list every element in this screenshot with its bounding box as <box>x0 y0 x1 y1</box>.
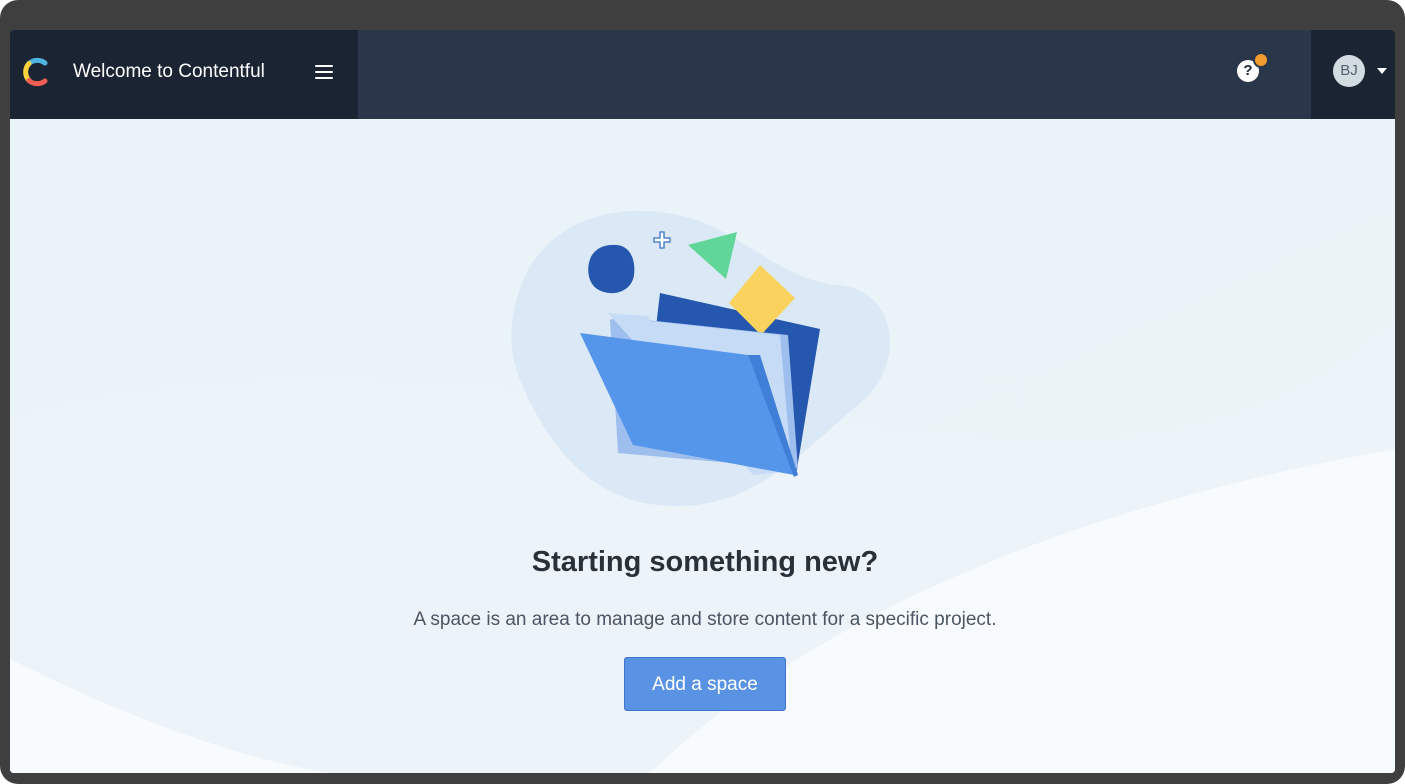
app-window: Welcome to Contentful ? BJ Starting some… <box>10 30 1395 773</box>
contentful-logo-icon[interactable] <box>22 56 54 88</box>
main-content: Starting something new? A space is an ar… <box>10 119 1395 773</box>
empty-state-heading: Starting something new? <box>531 546 879 578</box>
brand-area: Welcome to Contentful <box>10 30 358 119</box>
empty-state-description: A space is an area to manage and store c… <box>413 609 997 630</box>
page-title: Welcome to Contentful <box>73 61 265 82</box>
hamburger-menu-icon[interactable] <box>312 60 336 84</box>
chevron-down-icon[interactable] <box>1377 68 1387 74</box>
account-menu[interactable]: BJ <box>1311 30 1395 119</box>
screen-frame: Welcome to Contentful ? BJ Starting some… <box>0 0 1405 784</box>
notification-dot <box>1253 52 1269 68</box>
top-navigation-bar: Welcome to Contentful ? BJ <box>10 30 1395 119</box>
add-space-button[interactable]: Add a space <box>624 657 786 711</box>
folder-illustration <box>511 210 891 507</box>
avatar[interactable]: BJ <box>1333 55 1365 87</box>
